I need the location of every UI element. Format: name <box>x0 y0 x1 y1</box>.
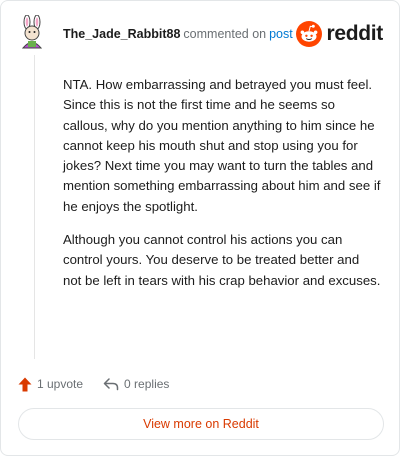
reply-count: 0 replies <box>124 377 170 391</box>
comment-paragraph-2: Although you cannot control his actions … <box>63 232 381 288</box>
view-more-on-reddit-button[interactable]: View more on Reddit <box>18 408 384 440</box>
upvote-count: 1 upvote <box>37 377 84 391</box>
reddit-snoo-icon <box>296 21 323 47</box>
comment-actions: 1 upvote 0 replies <box>18 375 169 393</box>
upvote-button[interactable]: 1 upvote <box>18 377 83 392</box>
reply-arrow-icon <box>103 378 119 391</box>
commented-on-text: commented on <box>183 27 267 41</box>
user-avatar-icon[interactable] <box>17 14 47 49</box>
reply-button[interactable]: 0 replies <box>103 377 169 391</box>
post-link[interactable]: post <box>269 27 293 41</box>
comment-header: The_Jade_Rabbit88 commented on post <box>63 27 293 41</box>
reddit-wordmark: reddit <box>326 22 383 45</box>
reddit-logo[interactable]: reddit <box>296 21 383 47</box>
comment-embed-card: The_Jade_Rabbit88 commented on post reddit… <box>0 0 400 456</box>
comment-body: NTA. How embarrassing and betrayed you m… <box>63 75 381 304</box>
thread-line <box>34 55 35 359</box>
upvote-arrow-icon <box>18 377 32 391</box>
username-link[interactable]: The_Jade_Rabbit88 <box>63 27 180 41</box>
comment-paragraph-1: NTA. How embarrassing and betrayed you m… <box>63 77 381 214</box>
